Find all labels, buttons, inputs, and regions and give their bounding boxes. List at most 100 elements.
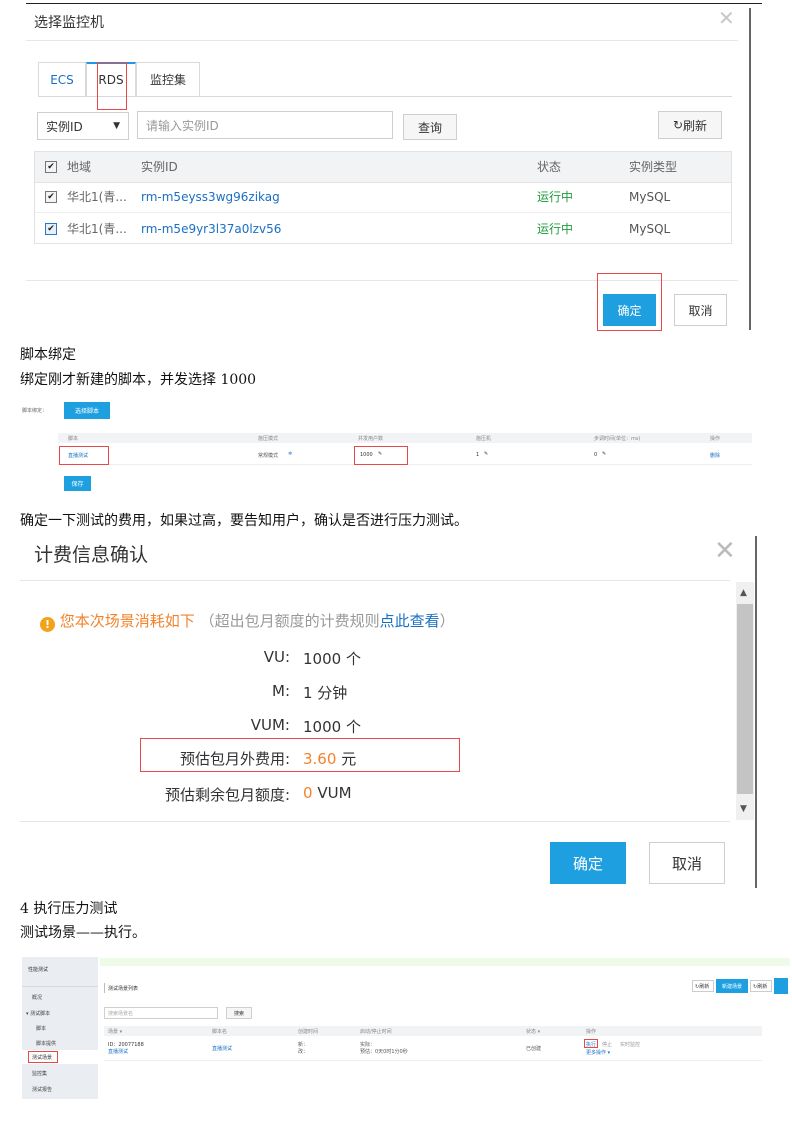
refresh-icon: ↻ (672, 118, 684, 132)
col-machines: 施压机 (476, 436, 492, 442)
info-icon: ! (40, 617, 55, 632)
blue-tab[interactable] (774, 978, 788, 994)
settings-icon[interactable]: ✲ (288, 451, 292, 457)
scene-search-input[interactable]: 搜索场景名 (104, 1007, 218, 1019)
delete-link[interactable]: 删除 (710, 452, 720, 459)
table-row[interactable]: ✔ 华北1(青... rm-m5eyss3wg96zikag 运行中 MySQL (35, 182, 731, 213)
col-region: 地域 (67, 160, 92, 174)
col-script-name: 脚本名 (212, 1029, 228, 1035)
section-heading: 脚本绑定 (20, 347, 76, 363)
app-title: 性能测试 (28, 967, 49, 973)
script-link[interactable]: 直播测试 (212, 1045, 232, 1052)
filter-select[interactable]: 实例ID ▼ (37, 112, 129, 140)
notice-text: 您本次场景消耗如下 (59, 612, 195, 630)
table-row[interactable]: ✔ 华北1(青... rm-m5e9yr3l37a0lzv56 运行中 MySQ… (35, 213, 731, 243)
instance-table: ✔ 地域 实例ID 状态 实例类型 ✔ 华北1(青... rm-m5eyss3w… (34, 151, 732, 244)
col-users: 并发用户数 (358, 436, 384, 442)
divider (26, 40, 738, 41)
close-icon[interactable]: ✕ (714, 538, 736, 564)
row-checkbox[interactable]: ✔ (45, 191, 57, 203)
scrollbar-thumb[interactable] (737, 604, 753, 794)
scroll-up-icon[interactable]: ▲ (740, 588, 747, 598)
sidebar-item-overview[interactable]: 概况 (32, 994, 42, 1001)
scene-id: ID：20077188 (108, 1042, 144, 1048)
row-region: 华北1(青... (67, 190, 127, 204)
refresh-button[interactable]: ↻刷新 (658, 111, 722, 139)
vu-label: VU: (263, 648, 290, 666)
vum-label: VUM: (250, 716, 290, 734)
col-scene: 场景 ▾ (108, 1029, 123, 1035)
col-actions: 操作 (586, 1029, 597, 1035)
row-region: 华北1(青... (67, 222, 127, 236)
select-all-checkbox[interactable]: ✔ (45, 161, 57, 173)
search-input[interactable]: 请输入实例ID (137, 111, 393, 139)
stop-link[interactable]: 停止 (602, 1041, 612, 1048)
tab-ecs[interactable]: ECS (38, 62, 86, 96)
pace-value[interactable]: 0 (594, 452, 597, 458)
scene-status: 已创建 (526, 1046, 542, 1052)
caret-down-icon: ▼ (113, 121, 120, 131)
divider (20, 580, 730, 581)
tab-monitor-set[interactable]: 监控集 (136, 62, 200, 96)
highlight-rds-tab (97, 62, 127, 110)
row-status: 运行中 (537, 222, 574, 236)
row-instance-id[interactable]: rm-m5eyss3wg96zikag (141, 190, 280, 204)
users-value[interactable]: 1000 (360, 452, 373, 458)
paragraph: 绑定刚才新建的脚本，并发选择 1000 (20, 372, 257, 388)
start-estimate: 预估：0天0时1分0秒 (360, 1049, 408, 1055)
sidebar-item-script[interactable]: 脚本 (36, 1025, 46, 1032)
select-script-button[interactable]: 选择脚本 (64, 402, 110, 419)
col-status: 状态 (537, 160, 562, 174)
sidebar-item-reports[interactable]: 测试报告 (32, 1086, 52, 1093)
create-scene-button[interactable]: 新建场景 (716, 979, 748, 993)
list-title: 测试场景列表 (108, 986, 139, 992)
start-actual: 实际： (360, 1042, 376, 1048)
fee-value: 3.60 元 (303, 750, 357, 768)
scene-name-link[interactable]: 直播测试 (108, 1048, 128, 1055)
notice-paren-close: ） (439, 612, 455, 630)
more-actions-link[interactable]: 更多操作 ▾ (586, 1049, 610, 1056)
paragraph: 确定一下测试的费用，如果过高，要告知用户，确认是否进行压力测试。 (20, 513, 468, 529)
pencil-icon[interactable]: ✎ (378, 451, 382, 457)
cancel-button[interactable]: 取消 (674, 294, 727, 326)
confirm-button[interactable]: 确定 (550, 842, 626, 884)
col-start-stop: 启动/停止时间 (360, 1029, 392, 1035)
notice-bar (100, 958, 790, 966)
save-button[interactable]: 保存 (64, 476, 91, 491)
close-icon[interactable]: ✕ (718, 8, 735, 28)
scene-search-button[interactable]: 搜索 (226, 1007, 252, 1019)
pricing-rule-link[interactable]: 点此查看 (380, 612, 440, 630)
sidebar-item-monitor[interactable]: 监控集 (32, 1070, 47, 1077)
col-script: 脚本 (68, 436, 79, 442)
sidebar-item-script-provider[interactable]: 脚本提供 (36, 1040, 56, 1047)
confirm-button[interactable]: 确定 (603, 294, 656, 326)
cancel-button[interactable]: 取消 (649, 842, 725, 884)
pencil-icon[interactable]: ✎ (484, 451, 488, 457)
run-link[interactable]: 执行 (586, 1041, 596, 1048)
query-button[interactable]: 查询 (403, 114, 457, 140)
dialog-title: 选择监控机 (34, 15, 104, 31)
monitor-link[interactable]: 实时监控 (620, 1041, 640, 1048)
row-divider (104, 1060, 762, 1061)
sidebar (22, 957, 98, 1099)
tab-underline (38, 96, 732, 97)
sidebar-item-scripts[interactable]: ▾ 测试脚本 (26, 1010, 50, 1017)
scrollbar-track[interactable]: ▲ ▼ (736, 582, 754, 820)
machines-value[interactable]: 1 (476, 452, 479, 458)
refresh-button[interactable]: ↻刷新 (750, 980, 772, 992)
refresh-button[interactable]: ↻刷新 (692, 980, 714, 992)
created-new: 新： (298, 1042, 309, 1048)
notice-paren: （超出包月额度的计费规则 (199, 612, 380, 630)
mode-value: 常规模式 (258, 453, 279, 459)
scroll-down-icon[interactable]: ▼ (740, 804, 747, 814)
script-name-link[interactable]: 直播测试 (68, 452, 88, 459)
fee-label: 预估包月外费用: (179, 750, 290, 768)
script-bind-label: 脚本绑定： (22, 408, 48, 414)
row-instance-id[interactable]: rm-m5e9yr3l37a0lzv56 (141, 222, 281, 236)
quota-value: 0 VUM (303, 784, 352, 802)
pencil-icon[interactable]: ✎ (602, 451, 606, 457)
created-mod: 改： (298, 1049, 309, 1055)
title-marker (104, 983, 105, 993)
row-checkbox[interactable]: ✔ (45, 223, 57, 235)
sidebar-item-scenes[interactable]: 测试场景 (32, 1054, 52, 1061)
